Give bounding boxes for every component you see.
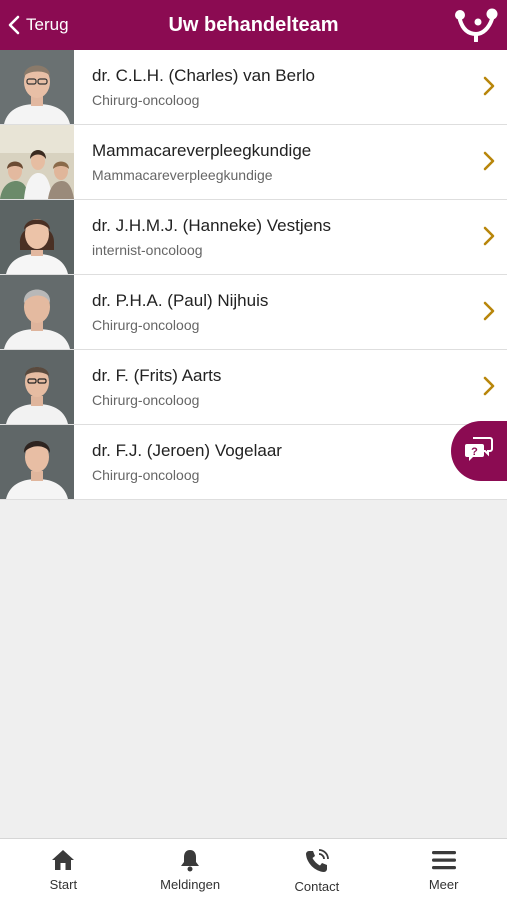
tab-label: Meldingen xyxy=(160,877,221,892)
team-member-name: dr. C.L.H. (Charles) van Berlo xyxy=(92,65,315,85)
team-member-name: dr. P.H.A. (Paul) Nijhuis xyxy=(92,290,269,310)
chevron-right-icon xyxy=(483,301,495,326)
team-member-photo xyxy=(0,125,74,199)
chevron-right-icon xyxy=(483,226,495,251)
team-member-photo xyxy=(0,350,74,424)
page-title: Uw behandelteam xyxy=(168,14,339,36)
tab-start[interactable]: Start xyxy=(0,839,127,901)
team-member-role: internist-oncoloog xyxy=(92,241,203,258)
bottom-tab-bar: Start Meldingen Contact Meer xyxy=(0,838,507,901)
team-member-row[interactable]: dr. F.J. (Jeroen) Vogelaar Chirurg-oncol… xyxy=(0,425,507,500)
tab-label: Meer xyxy=(428,877,459,892)
help-chat-button[interactable]: ? xyxy=(451,421,507,481)
team-member-name: Mammacareverpleegkundige xyxy=(92,140,312,160)
svg-text:?: ? xyxy=(471,446,478,458)
team-member-row[interactable]: dr. P.H.A. (Paul) Nijhuis Chirurg-oncolo… xyxy=(0,275,507,350)
tab-label: Start xyxy=(49,877,78,892)
tab-meer[interactable]: Meer xyxy=(380,839,507,901)
chevron-left-icon xyxy=(8,15,20,35)
chevron-right-icon xyxy=(483,151,495,176)
team-member-photo xyxy=(0,200,74,274)
team-list: dr. C.L.H. (Charles) van Berlo Chirurg-o… xyxy=(0,50,507,500)
app-header: Terug Uw behandelteam xyxy=(0,0,507,50)
back-label: Terug xyxy=(26,15,69,34)
team-member-role: Chirurg-oncoloog xyxy=(92,91,200,108)
team-member-role: Mammacareverpleegkundige xyxy=(92,166,273,183)
team-member-name: dr. J.H.M.J. (Hanneke) Vestjens xyxy=(92,215,332,235)
tab-meldingen[interactable]: Meldingen xyxy=(127,839,254,901)
team-member-photo xyxy=(0,425,74,499)
chat-help-icon: ? xyxy=(464,436,494,467)
team-member-row[interactable]: dr. F. (Frits) Aarts Chirurg-oncoloog xyxy=(0,350,507,425)
home-icon xyxy=(51,848,75,872)
team-member-photo xyxy=(0,50,74,124)
chevron-right-icon xyxy=(483,376,495,401)
team-member-row[interactable]: Mammacareverpleegkundige Mammacareverple… xyxy=(0,125,507,200)
team-member-role: Chirurg-oncoloog xyxy=(92,391,200,408)
hamburger-menu-icon xyxy=(431,848,457,872)
team-member-photo xyxy=(0,275,74,349)
patient-journey-logo-icon xyxy=(453,8,499,47)
team-member-row[interactable]: dr. J.H.M.J. (Hanneke) Vestjens internis… xyxy=(0,200,507,275)
chevron-right-icon xyxy=(483,76,495,101)
phone-icon xyxy=(304,848,330,874)
back-button[interactable]: Terug xyxy=(8,0,69,50)
team-member-name: dr. F.J. (Jeroen) Vogelaar xyxy=(92,440,282,460)
team-member-name: dr. F. (Frits) Aarts xyxy=(92,365,222,385)
team-member-role: Chirurg-oncoloog xyxy=(92,466,200,483)
tab-label: Contact xyxy=(294,879,340,894)
tab-contact[interactable]: Contact xyxy=(254,839,381,901)
team-member-row[interactable]: dr. C.L.H. (Charles) van Berlo Chirurg-o… xyxy=(0,50,507,125)
team-member-role: Chirurg-oncoloog xyxy=(92,316,200,333)
bell-icon xyxy=(178,848,202,872)
